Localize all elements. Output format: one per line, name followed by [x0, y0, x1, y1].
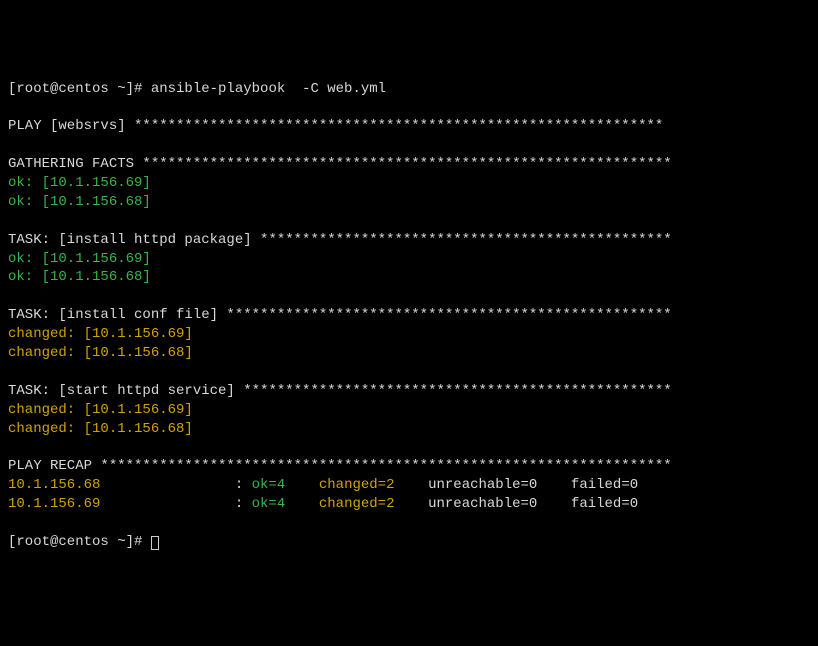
- task-install-conf-header: TASK: [install conf file] **************…: [8, 307, 672, 323]
- ok-line: ok: [10.1.156.68]: [8, 194, 151, 210]
- recap-changed: changed=2: [310, 477, 419, 493]
- play-recap-header: PLAY RECAP *****************************…: [8, 458, 672, 474]
- ok-line: ok: [10.1.156.69]: [8, 251, 151, 267]
- recap-host: 10.1.156.68: [8, 477, 226, 493]
- changed-line: changed: [10.1.156.69]: [8, 326, 193, 342]
- play-header: PLAY [websrvs] *************************…: [8, 118, 663, 134]
- changed-line: changed: [10.1.156.68]: [8, 345, 193, 361]
- changed-line: changed: [10.1.156.69]: [8, 402, 193, 418]
- task-install-httpd-header: TASK: [install httpd package] **********…: [8, 232, 672, 248]
- cursor-icon: [151, 536, 159, 550]
- ok-line: ok: [10.1.156.69]: [8, 175, 151, 191]
- recap-sep: :: [226, 477, 251, 493]
- shell-prompt[interactable]: [root@centos ~]#: [8, 534, 151, 550]
- recap-rest: unreachable=0 failed=0: [420, 477, 638, 493]
- task-start-service-header: TASK: [start httpd service] ************…: [8, 383, 672, 399]
- ok-line: ok: [10.1.156.68]: [8, 269, 151, 285]
- recap-ok: ok=4: [252, 477, 311, 493]
- shell-prompt-line: [root@centos ~]# ansible-playbook -C web…: [8, 81, 386, 97]
- terminal-output: [root@centos ~]# ansible-playbook -C web…: [8, 80, 810, 552]
- gathering-facts-header: GATHERING FACTS ************************…: [8, 156, 672, 172]
- changed-line: changed: [10.1.156.68]: [8, 421, 193, 437]
